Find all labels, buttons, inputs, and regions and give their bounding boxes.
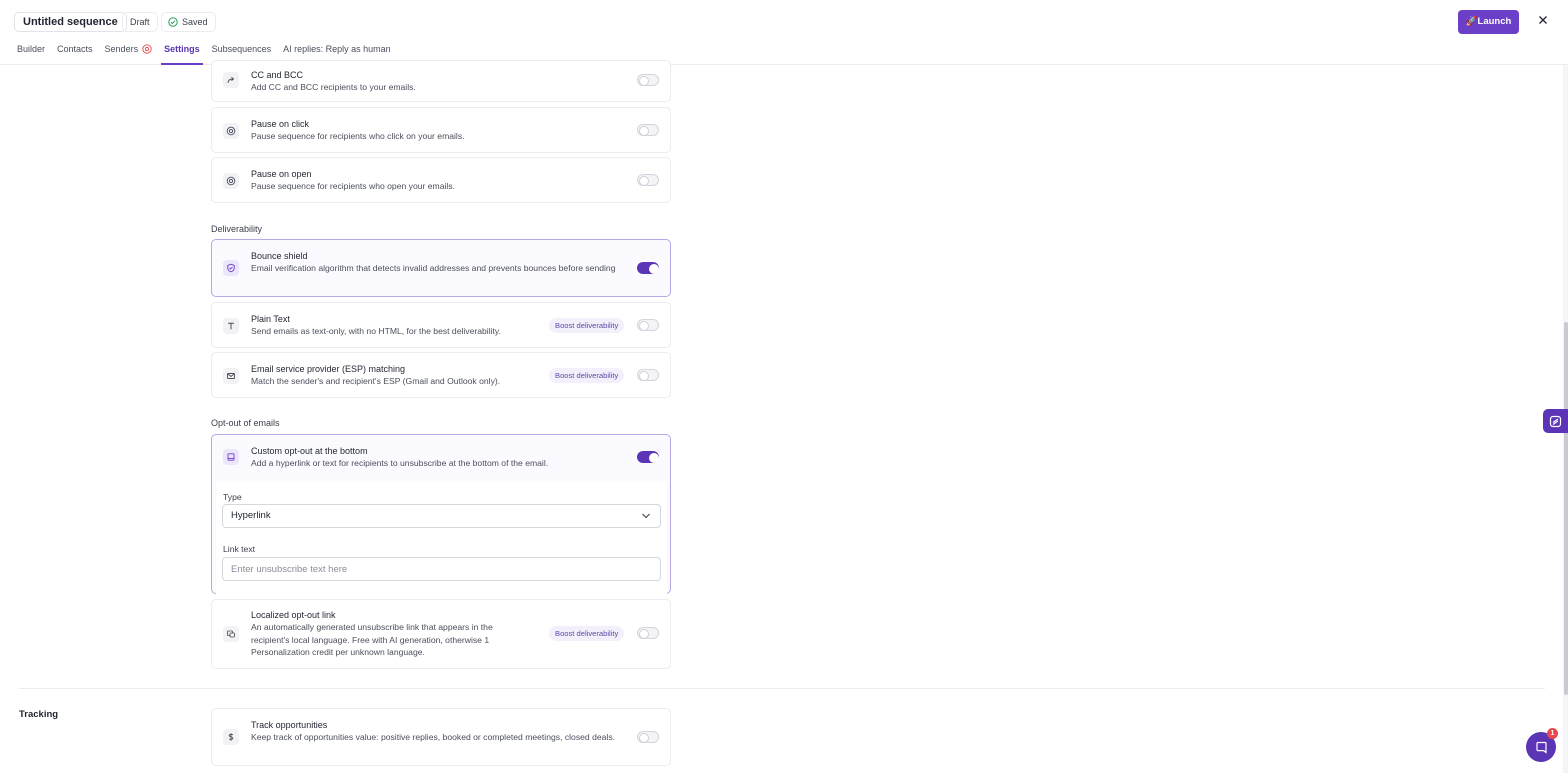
dollar-icon: [223, 729, 239, 745]
setting-title: Pause on open: [251, 169, 312, 179]
side-widget-button[interactable]: [1543, 409, 1568, 433]
forward-arrow-icon: [223, 72, 239, 88]
esp-matching-toggle[interactable]: [637, 369, 659, 381]
setting-custom-opt-out: Custom opt-out at the bottom Add a hyper…: [211, 434, 671, 595]
language-icon: [223, 626, 239, 642]
setting-title: Bounce shield: [251, 251, 308, 261]
check-circle-icon: [168, 17, 178, 27]
setting-title: Track opportunities: [251, 720, 328, 730]
localized-opt-out-toggle[interactable]: [637, 627, 659, 639]
sequence-title[interactable]: Untitled sequence: [14, 12, 127, 32]
opt-out-config: Type Hyperlink Link text: [216, 482, 667, 595]
plain-text-toggle[interactable]: [637, 319, 659, 331]
section-divider: [19, 688, 1545, 689]
tab-builder[interactable]: Builder: [17, 42, 45, 64]
setting-title: Email service provider (ESP) matching: [251, 364, 406, 374]
track-opportunities-toggle[interactable]: [637, 731, 659, 743]
saved-label: Saved: [182, 17, 208, 27]
type-select[interactable]: Hyperlink: [222, 504, 661, 528]
target-icon: [223, 173, 239, 189]
setting-cc-bcc: CC and BCC Add CC and BCC recipients to …: [211, 60, 671, 102]
section-opt-out: Opt-out of emails: [211, 418, 280, 428]
pause-on-open-toggle[interactable]: [637, 174, 659, 186]
setting-bounce-shield: Bounce shield Email verification algorit…: [211, 239, 671, 297]
warning-circle-icon: [142, 44, 152, 54]
window-bottom-icon: [223, 449, 239, 465]
pause-on-click-toggle[interactable]: [637, 124, 659, 136]
launch-button[interactable]: 🚀Launch: [1458, 10, 1519, 34]
link-text-input[interactable]: [222, 557, 661, 581]
section-deliverability: Deliverability: [211, 224, 263, 234]
type-select-value: Hyperlink: [231, 510, 271, 521]
setting-description: Add a hyperlink or text for recipients t…: [251, 458, 549, 468]
shield-check-icon: [223, 260, 239, 276]
scrollbar-thumb[interactable]: [1564, 322, 1568, 695]
top-header: Untitled sequence Draft Saved 🚀Launch Bu…: [0, 0, 1568, 65]
lightning-icon: [1549, 415, 1562, 427]
target-icon: [223, 123, 239, 139]
link-text-label: Link text: [223, 544, 256, 554]
chat-notification-count: 1: [1547, 728, 1558, 739]
tab-senders[interactable]: Senders: [105, 42, 153, 64]
setting-title: Custom opt-out at the bottom: [251, 446, 368, 456]
setting-plain-text: Plain Text Send emails as text-only, wit…: [211, 302, 671, 348]
bounce-shield-toggle[interactable]: [637, 262, 659, 274]
chevron-down-icon: [642, 513, 650, 519]
setting-pause-on-open: Pause on open Pause sequence for recipie…: [211, 157, 671, 203]
type-label: Type: [223, 492, 242, 502]
text-t-icon: [223, 318, 239, 334]
setting-pause-on-click: Pause on click Pause sequence for recipi…: [211, 107, 671, 153]
boost-deliverability-badge: Boost deliverability: [549, 626, 625, 641]
setting-title: Pause on click: [251, 119, 310, 129]
setting-description: Pause sequence for recipients who click …: [251, 131, 465, 141]
setting-title: Localized opt-out link: [251, 610, 336, 620]
cc-bcc-toggle[interactable]: [637, 74, 659, 86]
close-icon[interactable]: [1536, 13, 1550, 27]
envelope-icon: [223, 368, 239, 384]
boost-deliverability-badge: Boost deliverability: [549, 318, 625, 333]
setting-description: Keep track of opportunities value: posit…: [251, 732, 616, 742]
setting-localized-opt-out: Localized opt-out link An automatically …: [211, 599, 671, 669]
setting-description: Pause sequence for recipients who open y…: [251, 181, 455, 191]
draft-badge: Draft: [122, 12, 158, 32]
chat-bubble-icon: [1535, 741, 1547, 754]
section-tracking: Tracking: [19, 709, 59, 720]
setting-description: Email verification algorithm that detect…: [251, 263, 616, 273]
setting-title: Plain Text: [251, 314, 290, 324]
setting-esp-matching: Email service provider (ESP) matching Ma…: [211, 352, 671, 398]
setting-description: Add CC and BCC recipients to your emails…: [251, 82, 416, 92]
saved-status: Saved: [161, 12, 216, 32]
setting-title: CC and BCC: [251, 70, 304, 80]
custom-opt-out-toggle[interactable]: [637, 451, 659, 463]
setting-description: An automatically generated unsubscribe l…: [251, 622, 493, 657]
setting-track-opportunities: Track opportunities Keep track of opport…: [211, 708, 671, 766]
tab-settings[interactable]: Settings: [161, 42, 203, 65]
tab-contacts[interactable]: Contacts: [57, 42, 93, 64]
boost-deliverability-badge: Boost deliverability: [549, 368, 625, 383]
